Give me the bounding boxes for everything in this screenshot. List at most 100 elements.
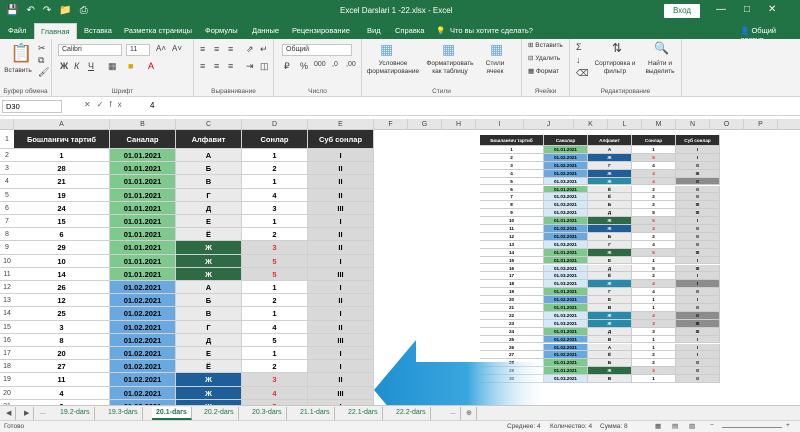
italic-icon[interactable]: К [74,61,79,71]
tab-home[interactable]: Главная [34,23,77,39]
cell-subnumber[interactable]: II [308,188,374,202]
cell-date[interactable]: 01.01.2021 [110,215,176,229]
row-header[interactable]: 5 [0,189,14,202]
borders-icon[interactable]: ▦ [108,61,117,72]
sheet-tab[interactable]: 20.3-dars [248,407,287,420]
font-size-select[interactable]: 11 [126,44,150,56]
column-header[interactable]: A [14,119,110,130]
format-as-table-icon[interactable]: ▦ [442,41,455,58]
cell-subnumber[interactable]: I [308,360,374,374]
column-header[interactable]: I [476,119,524,130]
login-button[interactable]: Вход [664,4,700,18]
cell-letter[interactable]: Ж [176,254,242,268]
column-header[interactable]: F [374,119,408,130]
format-as-table-button[interactable]: Форматировать как таблицу [424,60,476,76]
row-header[interactable]: 8 [0,228,14,242]
cell-subnumber[interactable]: II [308,228,374,242]
cell-letter[interactable]: Ё [176,360,242,374]
cell-order[interactable]: 12 [14,294,110,308]
sheet-tab[interactable]: 20.1-dars [152,407,192,420]
cell-date[interactable]: 01.01.2021 [110,228,176,242]
cell-letter[interactable]: Ж [176,373,242,387]
cell-letter[interactable]: А [176,281,242,295]
tab-formulas[interactable]: Формулы [205,26,238,35]
align-right-icon[interactable]: ≡ [228,61,233,71]
tab-file[interactable]: Файл [8,26,26,35]
row-header[interactable]: 4 [0,175,14,189]
cell-subnumber[interactable]: I [308,254,374,268]
maximize-icon[interactable]: □ [744,4,750,15]
row-header[interactable]: 7 [0,215,14,229]
cell-letter[interactable]: Ж [176,241,242,255]
cell-subnumber[interactable]: III [308,267,374,281]
cell-number[interactable]: 2 [242,294,308,308]
cell-subnumber[interactable]: I [308,347,374,361]
align-bottom-icon[interactable]: ≡ [228,44,233,54]
cell-number[interactable]: 1 [242,215,308,229]
cell-subnumber[interactable]: II [308,175,374,189]
cell-subnumber[interactable]: III [308,386,374,400]
insert-function-icon[interactable]: fx [109,100,127,109]
cell-order[interactable]: 21 [14,175,110,189]
row-header[interactable]: 2 [0,149,14,163]
open-icon[interactable]: 📁 [59,5,71,16]
tab-help[interactable]: Справка [395,26,424,35]
align-top-icon[interactable]: ≡ [200,44,205,54]
tab-data[interactable]: Данные [252,26,279,35]
name-box[interactable]: D30 [2,100,62,113]
close-icon[interactable]: ✕ [768,4,776,15]
save-icon[interactable]: 💾 [6,5,18,16]
cell-number[interactable]: 3 [242,373,308,387]
column-header[interactable]: D [242,119,308,130]
prev-sheet-icon[interactable]: ◀ [2,407,17,420]
font-color-icon[interactable]: A [148,61,154,71]
row-header[interactable]: 6 [0,202,14,215]
cell-order[interactable]: 20 [14,347,110,361]
minimize-icon[interactable]: — [716,4,726,15]
zoom-slider[interactable] [722,427,782,428]
cell-number[interactable]: 5 [242,267,308,281]
row-header[interactable]: 17 [0,347,14,361]
row-header[interactable]: 10 [0,255,14,268]
column-header[interactable]: H [442,119,476,130]
cell-number[interactable]: 5 [242,254,308,268]
sheet-tab[interactable]: 20.2-dars [200,407,239,420]
cell-subnumber[interactable]: I [308,307,374,321]
formula-input[interactable]: 4 [150,101,154,110]
next-sheet-icon[interactable]: ▶ [20,407,35,420]
conditional-format-button[interactable]: Условное форматирование [366,60,420,76]
fill-icon[interactable]: ↓ [576,55,581,65]
clear-icon[interactable]: ⌫ [576,68,589,79]
cell-number[interactable]: 3 [242,241,308,255]
cell-order[interactable]: 1 [14,149,110,163]
undo-icon[interactable]: ↶ [26,5,34,16]
sort-filter-button[interactable]: Сортировка и фильтр [592,60,638,76]
bold-icon[interactable]: Ж [60,61,68,71]
percent-icon[interactable]: % [300,61,308,71]
row-header[interactable]: 13 [0,294,14,308]
cell-number[interactable]: 1 [242,347,308,361]
cell-order[interactable]: 19 [14,188,110,202]
cell-letter[interactable]: А [176,149,242,163]
cell-order[interactable]: 29 [14,241,110,255]
cell-date[interactable]: 01.01.2021 [110,201,176,215]
row-header[interactable]: 18 [0,360,14,374]
copy-icon[interactable]: ⧉ [38,55,44,66]
cell-order[interactable]: 4 [14,386,110,400]
cell-letter[interactable]: В [176,175,242,189]
cell-order[interactable]: 15 [14,215,110,229]
select-all-corner[interactable] [0,119,14,130]
cell-letter[interactable]: Б [176,294,242,308]
cell-subnumber[interactable]: II [308,373,374,387]
column-header[interactable]: J [524,119,574,130]
cell-order[interactable]: 11 [14,373,110,387]
cell-date[interactable]: 01.02.2021 [110,281,176,295]
cell-subnumber[interactable]: II [308,241,374,255]
sort-filter-icon[interactable]: ⇅ [612,41,622,55]
cell-number[interactable]: 4 [242,320,308,334]
insert-cells-button[interactable]: ⊞ Вставить [528,42,563,50]
cell-order[interactable]: 26 [14,281,110,295]
grow-font-icon[interactable]: A˄ [156,44,166,53]
sheet-tab[interactable]: 19.3-dars [104,407,143,420]
cell-date[interactable]: 01.01.2021 [110,267,176,281]
